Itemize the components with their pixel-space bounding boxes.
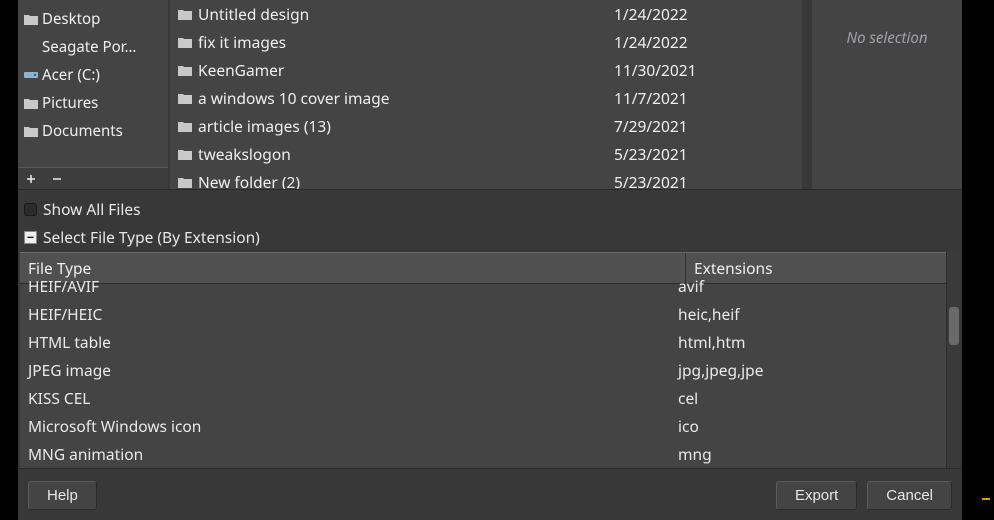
file-type-table: File Type Extensions HEIF/AVIF avif HEIF… bbox=[20, 252, 946, 468]
file-row[interactable]: article images (13) 7/29/2021 bbox=[170, 112, 802, 140]
place-label: Desktop bbox=[42, 8, 100, 30]
show-all-files-row[interactable]: Show All Files bbox=[22, 198, 958, 220]
file-type-cell: JPEG image bbox=[28, 359, 678, 381]
file-row[interactable]: New folder (2) 5/23/2021 bbox=[170, 168, 802, 189]
file-type-body[interactable]: HEIF/AVIF avif HEIF/HEIC heic,heif HTML … bbox=[20, 272, 946, 468]
file-type-cell: HEIF/HEIC bbox=[28, 303, 678, 325]
file-type-cell: KISS CEL bbox=[28, 387, 678, 409]
folder-icon bbox=[24, 125, 38, 137]
file-type-cell: Microsoft Windows icon bbox=[28, 415, 678, 437]
file-row[interactable]: KeenGamer 11/30/2021 bbox=[170, 56, 802, 84]
background-strip bbox=[962, 0, 994, 510]
extensions-cell: jpg,jpeg,jpe bbox=[678, 359, 938, 381]
file-date: 7/29/2021 bbox=[614, 114, 794, 138]
expander-minus-icon[interactable]: − bbox=[24, 231, 37, 244]
place-label: Pictures bbox=[42, 92, 98, 114]
extensions-cell: cel bbox=[678, 387, 938, 409]
export-dialog: Desktop Seagate Por… Acer (C:) Pictures … bbox=[18, 0, 962, 510]
accent-line bbox=[982, 498, 990, 500]
upper-panes: Desktop Seagate Por… Acer (C:) Pictures … bbox=[18, 0, 962, 190]
file-date: 11/30/2021 bbox=[614, 58, 794, 82]
extensions-cell: mng bbox=[678, 443, 938, 465]
file-type-row[interactable]: JPEG image jpg,jpeg,jpe bbox=[20, 356, 946, 384]
extensions-cell: html,htm bbox=[678, 331, 938, 353]
folder-icon bbox=[178, 176, 192, 188]
file-name: article images (13) bbox=[198, 114, 331, 138]
place-label: Acer (C:) bbox=[42, 64, 100, 86]
file-type-scrollbar[interactable] bbox=[946, 252, 960, 468]
cancel-button[interactable]: Cancel bbox=[867, 481, 952, 510]
folder-icon bbox=[178, 92, 192, 104]
extensions-cell: heic,heif bbox=[678, 303, 938, 325]
file-name: tweakslogon bbox=[198, 142, 291, 166]
places-toolbar bbox=[18, 167, 168, 189]
preview-pane: No selection bbox=[812, 0, 962, 189]
file-date: 1/24/2022 bbox=[614, 2, 794, 26]
file-row[interactable]: tweakslogon 5/23/2021 bbox=[170, 140, 802, 168]
file-type-row[interactable]: Microsoft Windows icon ico bbox=[20, 412, 946, 440]
file-date: 5/23/2021 bbox=[614, 170, 794, 189]
file-type-area: File Type Extensions HEIF/AVIF avif HEIF… bbox=[20, 252, 960, 468]
place-pictures[interactable]: Pictures bbox=[18, 89, 168, 117]
place-label: Seagate Por… bbox=[42, 36, 136, 58]
file-date: 11/7/2021 bbox=[614, 86, 794, 110]
place-acer-c[interactable]: Acer (C:) bbox=[18, 61, 168, 89]
help-button[interactable]: Help bbox=[28, 481, 97, 510]
folder-icon bbox=[178, 36, 192, 48]
file-row[interactable]: Untitled design 1/24/2022 bbox=[170, 0, 802, 28]
scrollbar-thumb[interactable] bbox=[949, 307, 959, 345]
file-type-row[interactable]: KISS CEL cel bbox=[20, 384, 946, 412]
file-type-row[interactable]: HTML table html,htm bbox=[20, 328, 946, 356]
file-name: fix it images bbox=[198, 30, 286, 54]
file-name: a windows 10 cover image bbox=[198, 86, 390, 110]
remove-bookmark-button[interactable] bbox=[50, 172, 64, 186]
export-button[interactable]: Export bbox=[776, 481, 857, 510]
drive-icon bbox=[24, 70, 38, 80]
select-file-type-label: Select File Type (By Extension) bbox=[43, 226, 260, 248]
file-date: 5/23/2021 bbox=[614, 142, 794, 166]
show-all-files-checkbox[interactable] bbox=[24, 203, 37, 216]
select-file-type-row[interactable]: − Select File Type (By Extension) bbox=[22, 226, 958, 248]
folder-icon bbox=[178, 148, 192, 160]
file-row[interactable]: a windows 10 cover image 11/7/2021 bbox=[170, 84, 802, 112]
extensions-cell: ico bbox=[678, 415, 938, 437]
file-date: 1/24/2022 bbox=[614, 30, 794, 54]
add-bookmark-button[interactable] bbox=[24, 172, 38, 186]
file-type-cell: HEIF/AVIF bbox=[28, 275, 678, 297]
file-type-row[interactable]: MNG animation mng bbox=[20, 440, 946, 468]
file-type-cell: MNG animation bbox=[28, 443, 678, 465]
place-seagate[interactable]: Seagate Por… bbox=[18, 33, 168, 61]
folder-icon bbox=[178, 120, 192, 132]
show-all-files-label: Show All Files bbox=[43, 198, 141, 220]
place-documents[interactable]: Documents bbox=[18, 117, 168, 145]
no-selection-label: No selection bbox=[846, 28, 927, 189]
file-row[interactable]: fix it images 1/24/2022 bbox=[170, 28, 802, 56]
plus-icon bbox=[26, 174, 36, 184]
file-name: KeenGamer bbox=[198, 58, 284, 82]
folder-icon bbox=[24, 13, 38, 25]
options-area: Show All Files − Select File Type (By Ex… bbox=[18, 190, 962, 252]
folder-icon bbox=[24, 97, 38, 109]
file-type-row[interactable]: HEIF/AVIF avif bbox=[20, 272, 946, 300]
folder-icon bbox=[178, 64, 192, 76]
file-type-row[interactable]: HEIF/HEIC heic,heif bbox=[20, 300, 946, 328]
places-list: Desktop Seagate Por… Acer (C:) Pictures … bbox=[18, 0, 168, 167]
file-type-cell: HTML table bbox=[28, 331, 678, 353]
file-name: New folder (2) bbox=[198, 170, 300, 189]
file-name: Untitled design bbox=[198, 2, 309, 26]
file-list[interactable]: Untitled design 1/24/2022 fix it images … bbox=[170, 0, 802, 189]
extensions-cell: avif bbox=[678, 275, 938, 297]
places-sidebar: Desktop Seagate Por… Acer (C:) Pictures … bbox=[18, 0, 168, 189]
place-label: Documents bbox=[42, 120, 123, 142]
place-desktop[interactable]: Desktop bbox=[18, 5, 168, 33]
folder-icon bbox=[178, 8, 192, 20]
minus-icon bbox=[52, 174, 62, 184]
button-bar: Help Export Cancel bbox=[18, 468, 962, 520]
